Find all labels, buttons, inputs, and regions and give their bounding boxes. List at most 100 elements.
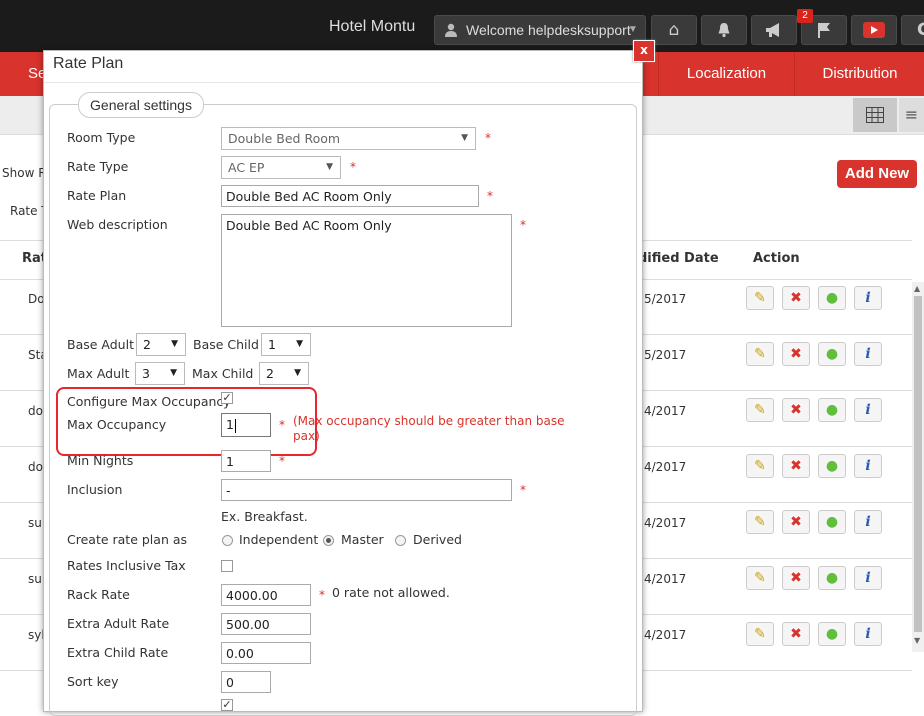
grid-icon bbox=[866, 107, 884, 123]
nav-item-localization[interactable]: Localization bbox=[658, 52, 794, 96]
edit-button[interactable]: ✎ bbox=[746, 510, 774, 534]
megaphone-icon bbox=[766, 23, 779, 37]
col-modified-date: dified Date bbox=[638, 251, 719, 266]
info-button[interactable]: i bbox=[854, 286, 882, 310]
status-button[interactable]: ● bbox=[818, 286, 846, 310]
edit-button[interactable]: ✎ bbox=[746, 342, 774, 366]
radio-derived[interactable] bbox=[395, 535, 406, 546]
status-button[interactable]: ● bbox=[818, 566, 846, 590]
notification-badge: 2 bbox=[797, 9, 813, 23]
dropdown-arrow-icon: ▼ bbox=[461, 133, 468, 143]
status-dot-icon: ● bbox=[825, 346, 839, 362]
radio-derived-label: Derived bbox=[413, 532, 462, 547]
rate-type-select[interactable]: AC EP ▼ bbox=[221, 156, 341, 179]
info-button[interactable]: i bbox=[854, 622, 882, 646]
status-button[interactable]: ● bbox=[818, 454, 846, 478]
info-button[interactable]: i bbox=[854, 454, 882, 478]
nav-item-distribution[interactable]: Distribution bbox=[794, 52, 924, 96]
delete-button[interactable]: ✖ bbox=[782, 286, 810, 310]
row-modified-date: 4/2017 bbox=[644, 460, 687, 474]
highlight-box bbox=[56, 387, 317, 456]
edit-button[interactable]: ✎ bbox=[746, 454, 774, 478]
info-button[interactable]: i bbox=[854, 566, 882, 590]
min-nights-input[interactable]: 1 bbox=[221, 450, 271, 472]
pencil-icon: ✎ bbox=[754, 514, 766, 530]
rate-type-label: Rate Type bbox=[67, 159, 129, 174]
extra-adult-rate-input[interactable]: 500.00 bbox=[221, 613, 311, 635]
rates-inclusive-tax-checkbox[interactable] bbox=[221, 560, 233, 572]
welcome-text: Welcome helpdesksupport bbox=[466, 22, 631, 38]
google-button[interactable]: G bbox=[901, 15, 924, 45]
status-button[interactable]: ● bbox=[818, 510, 846, 534]
edit-button[interactable]: ✎ bbox=[746, 286, 774, 310]
radio-independent-label: Independent bbox=[239, 532, 319, 547]
grid-view-button[interactable] bbox=[853, 98, 897, 132]
required-mark: * bbox=[487, 189, 493, 203]
create-rate-plan-as-label: Create rate plan as bbox=[67, 532, 188, 547]
room-type-select[interactable]: Double Bed Room ▼ bbox=[221, 127, 476, 150]
status-button[interactable]: ● bbox=[818, 622, 846, 646]
next-option-checkbox[interactable]: ✓ bbox=[221, 699, 233, 711]
edit-button[interactable]: ✎ bbox=[746, 566, 774, 590]
base-adult-label: Base Adult bbox=[67, 337, 134, 352]
web-description-textarea[interactable]: Double Bed AC Room Only bbox=[221, 214, 512, 327]
sort-key-input[interactable]: 0 bbox=[221, 671, 271, 693]
delete-icon: ✖ bbox=[790, 570, 802, 586]
delete-icon: ✖ bbox=[790, 514, 802, 530]
show-records-label: Show R bbox=[2, 166, 47, 180]
rack-rate-input[interactable]: 4000.00 bbox=[221, 584, 311, 606]
base-child-select[interactable]: 1 ▼ bbox=[261, 333, 311, 356]
close-button[interactable]: x bbox=[633, 40, 655, 62]
user-menu-button[interactable]: Welcome helpdesksupport ▼ bbox=[434, 15, 646, 45]
scroll-up-arrow[interactable]: ▲ bbox=[914, 284, 920, 293]
rate-plan-input[interactable]: Double Bed AC Room Only bbox=[221, 185, 479, 207]
info-button[interactable]: i bbox=[854, 510, 882, 534]
max-adult-label: Max Adult bbox=[67, 366, 130, 381]
delete-button[interactable]: ✖ bbox=[782, 398, 810, 422]
youtube-icon bbox=[863, 22, 885, 38]
scroll-down-arrow[interactable]: ▼ bbox=[914, 636, 920, 645]
list-view-button[interactable]: ≡ bbox=[899, 98, 924, 132]
extra-child-rate-label: Extra Child Rate bbox=[67, 645, 169, 660]
status-dot-icon: ● bbox=[825, 626, 839, 642]
add-new-button[interactable]: Add New bbox=[837, 160, 917, 188]
flag-icon bbox=[818, 23, 830, 38]
hotel-name: Hotel Montu bbox=[329, 18, 416, 35]
status-button[interactable]: ● bbox=[818, 342, 846, 366]
list-icon: ≡ bbox=[904, 105, 919, 124]
inclusion-textarea[interactable]: - bbox=[221, 479, 512, 501]
delete-button[interactable]: ✖ bbox=[782, 342, 810, 366]
edit-button[interactable]: ✎ bbox=[746, 398, 774, 422]
home-button[interactable]: ⌂ bbox=[651, 15, 697, 45]
notifications-button[interactable] bbox=[701, 15, 747, 45]
edit-button[interactable]: ✎ bbox=[746, 622, 774, 646]
info-button[interactable]: i bbox=[854, 342, 882, 366]
delete-button[interactable]: ✖ bbox=[782, 566, 810, 590]
rack-rate-label: Rack Rate bbox=[67, 587, 130, 602]
rack-rate-note: 0 rate not allowed. bbox=[332, 585, 450, 600]
info-icon: i bbox=[865, 514, 871, 530]
delete-button[interactable]: ✖ bbox=[782, 454, 810, 478]
sort-key-label: Sort key bbox=[67, 674, 119, 689]
scrollbar-thumb[interactable] bbox=[914, 296, 922, 632]
max-adult-value: 3 bbox=[142, 366, 150, 381]
radio-master[interactable] bbox=[323, 535, 334, 546]
max-child-select[interactable]: 2 ▼ bbox=[259, 362, 309, 385]
radio-independent[interactable] bbox=[222, 535, 233, 546]
max-adult-select[interactable]: 3 ▼ bbox=[135, 362, 185, 385]
row-modified-date: 4/2017 bbox=[644, 572, 687, 586]
status-dot-icon: ● bbox=[825, 570, 839, 586]
status-button[interactable]: ● bbox=[818, 398, 846, 422]
extra-child-rate-input[interactable]: 0.00 bbox=[221, 642, 311, 664]
youtube-button[interactable] bbox=[851, 15, 897, 45]
info-button[interactable]: i bbox=[854, 398, 882, 422]
announcements-button[interactable] bbox=[751, 15, 797, 45]
dropdown-arrow-icon: ▼ bbox=[171, 339, 178, 349]
max-child-value: 2 bbox=[266, 366, 274, 381]
row-modified-date: 5/2017 bbox=[644, 348, 687, 362]
delete-icon: ✖ bbox=[790, 290, 802, 306]
delete-button[interactable]: ✖ bbox=[782, 622, 810, 646]
row-modified-date: 4/2017 bbox=[644, 404, 687, 418]
delete-button[interactable]: ✖ bbox=[782, 510, 810, 534]
base-adult-select[interactable]: 2 ▼ bbox=[136, 333, 186, 356]
